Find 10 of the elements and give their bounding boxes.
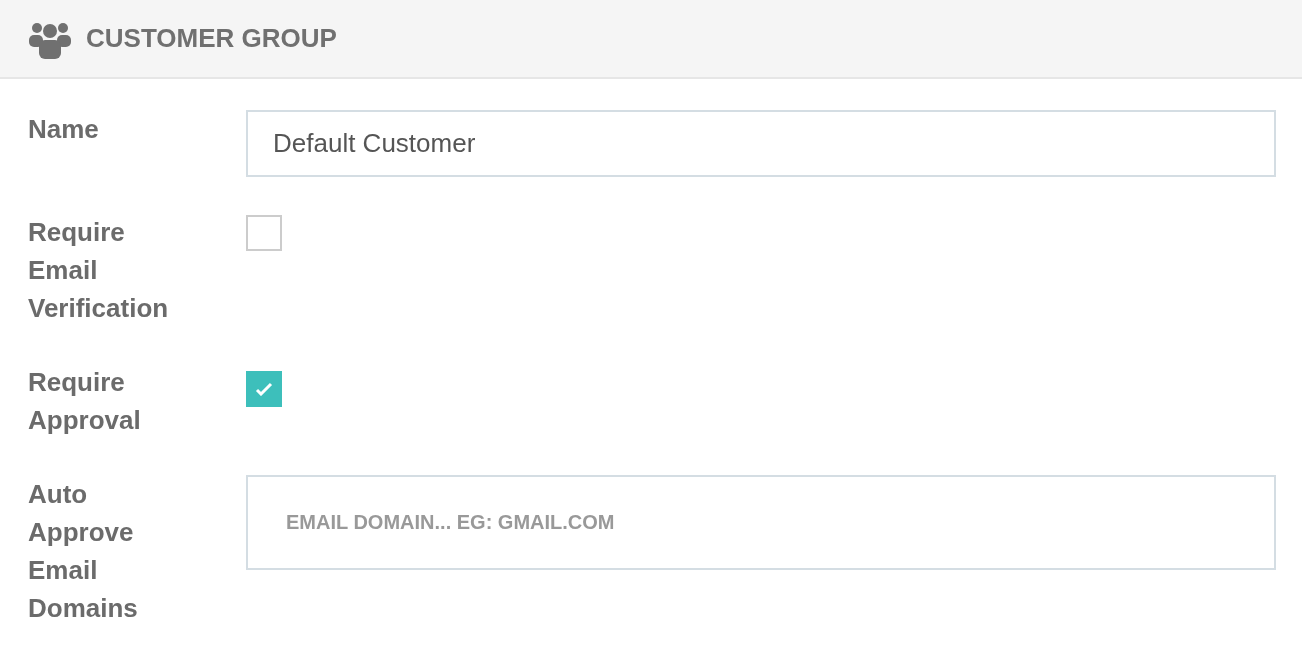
field-label: Require Approval (28, 366, 142, 437)
checkbox[interactable] (246, 215, 282, 251)
checkmark-icon (255, 382, 273, 396)
domain-field[interactable]: EMAIL DOMAIN... EG: GMAIL.COM (246, 475, 1276, 570)
field-label: Require Email Verification (28, 216, 170, 325)
name-field[interactable]: Default Customer (246, 110, 1276, 177)
field-label: Auto Approve Email Domains (28, 478, 139, 625)
header-title: CUSTOMER GROUP (86, 22, 337, 55)
field-label: Name (28, 113, 100, 146)
checkbox[interactable] (246, 371, 282, 407)
